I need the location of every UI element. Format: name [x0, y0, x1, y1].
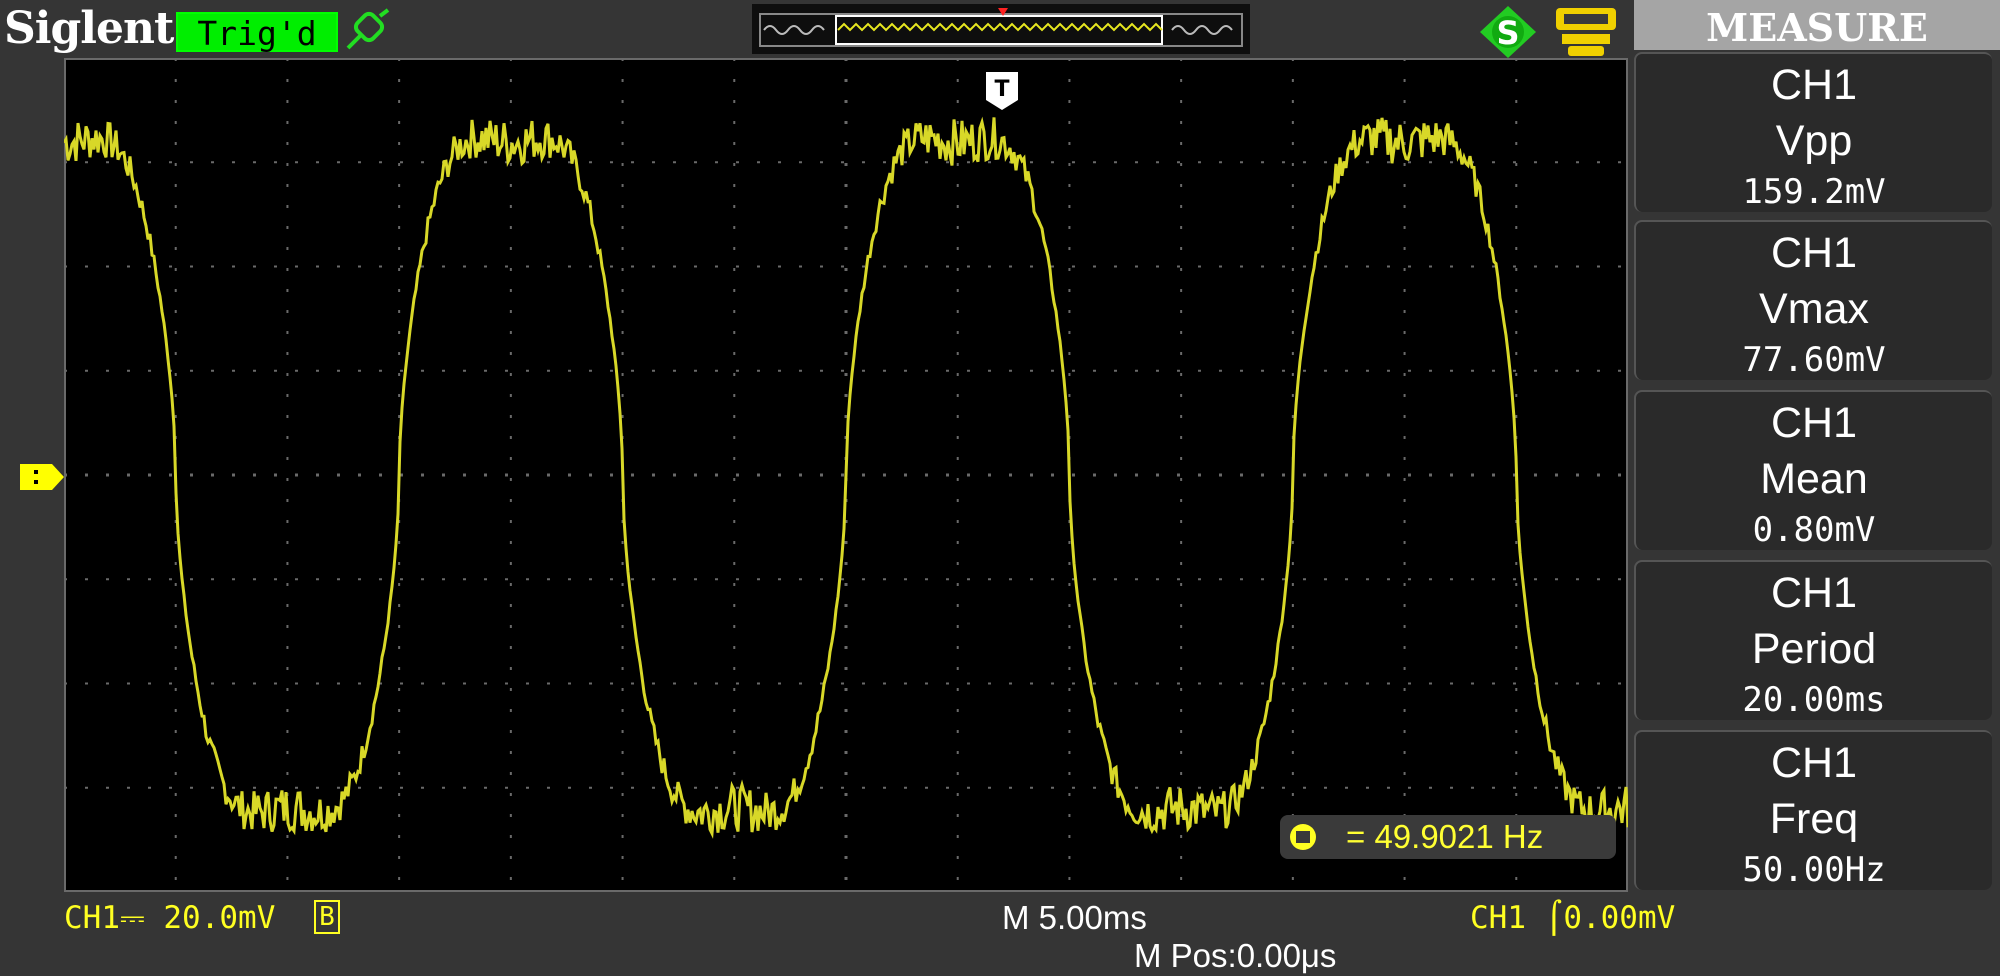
yellow-ch1-ground-marker-icon	[20, 464, 64, 490]
trigger-position-T-icon: T	[986, 72, 1018, 110]
ch1-vertical-scale: CH1⎓ 20.0mV	[64, 900, 276, 936]
measurement-value: 20.00ms	[1742, 680, 1886, 720]
horizontal-position-readout: M Pos:0.00μs	[1134, 937, 1337, 974]
green-s-badge-icon: S	[1480, 6, 1536, 58]
ch1-waveform-trace	[64, 116, 1628, 839]
svg-text:T: T	[994, 77, 1009, 102]
measurement-channel: CH1	[1770, 61, 1858, 109]
measurement-period[interactable]: CH1 Period 20.00ms	[1634, 560, 1992, 720]
measurement-value: 0.80mV	[1752, 510, 1876, 550]
measurement-vmax[interactable]: CH1 Vmax 77.60mV	[1634, 220, 1992, 380]
acquisition-memory-bar	[752, 4, 1250, 54]
green-probe-icon	[346, 8, 390, 50]
waveform-display	[64, 58, 1628, 892]
measurement-channel: CH1	[1770, 569, 1858, 617]
frequency-counter-readout: = 49.9021 Hz	[1280, 815, 1616, 859]
measurement-mean[interactable]: CH1 Mean 0.80mV	[1634, 390, 1992, 550]
timebase-readout: M 5.00ms	[1002, 899, 1147, 936]
svg-text:S: S	[1496, 14, 1519, 52]
measurement-value: 77.60mV	[1742, 340, 1886, 380]
measurement-value: 159.2mV	[1742, 172, 1886, 212]
trigger-status-badge: Trig'd	[176, 12, 338, 53]
brand-logo: Siglent	[4, 3, 174, 54]
measurement-name: Vmax	[1759, 285, 1869, 333]
measurement-name: Mean	[1760, 455, 1868, 503]
measurement-name: Vpp	[1775, 117, 1853, 165]
bandwidth-limit-indicator: B	[314, 900, 340, 934]
trigger-readout: CH1 ⌠0.00mV	[1470, 900, 1676, 936]
measure-menu-title: MEASURE	[1634, 0, 2000, 50]
measurement-name: Period	[1751, 625, 1877, 673]
measurement-channel: CH1	[1770, 739, 1858, 787]
yellow-storage-icon	[1556, 8, 1616, 56]
measurement-channel: CH1	[1770, 229, 1858, 277]
measurement-freq[interactable]: CH1 Freq 50.00Hz	[1634, 730, 1992, 890]
measurement-vpp[interactable]: CH1 Vpp 159.2mV	[1634, 52, 1992, 212]
counter-icon	[1290, 824, 1316, 850]
waveform-canvas	[64, 58, 1628, 892]
measurement-name: Freq	[1769, 795, 1859, 843]
measurement-value: 50.00Hz	[1742, 850, 1886, 890]
measurement-channel: CH1	[1770, 399, 1858, 447]
